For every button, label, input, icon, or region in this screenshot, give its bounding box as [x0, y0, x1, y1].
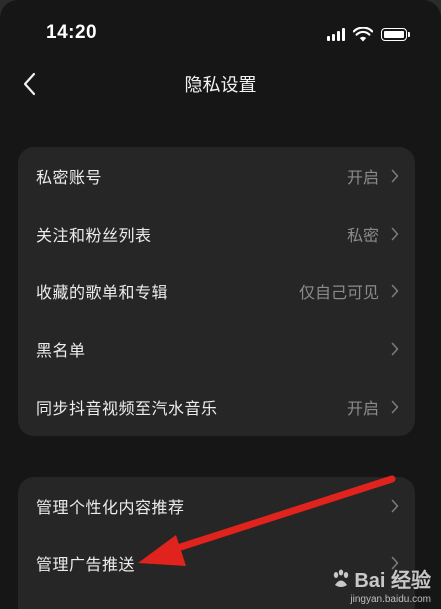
saved-playlists-albums-row[interactable]: 收藏的歌单和专辑 仅自己可见	[18, 263, 415, 321]
row-value: 仅自己可见	[298, 283, 379, 303]
row-label: 黑名单	[36, 341, 86, 361]
status-bar: 14:20	[0, 0, 441, 62]
paw-logo-icon	[334, 569, 349, 587]
status-time: 14:20	[46, 22, 98, 43]
private-account-row[interactable]: 私密账号 开启	[18, 147, 415, 205]
chevron-right-icon	[391, 400, 399, 414]
privacy-settings-group: 私密账号 开启 关注和粉丝列表 私密 收藏的歌单和专辑 仅自己可见 黑名单 同步…	[18, 147, 415, 436]
row-label: 收藏的歌单和专辑	[36, 283, 169, 303]
row-label: 私密账号	[36, 167, 103, 187]
battery-icon	[381, 27, 410, 41]
chevron-right-icon	[391, 169, 399, 183]
sync-douyin-videos-row[interactable]: 同步抖音视频至汽水音乐 开启	[18, 378, 415, 436]
personalized-content-row[interactable]: 管理个性化内容推荐	[18, 477, 415, 534]
row-label: 同步抖音视频至汽水音乐	[36, 399, 218, 419]
chevron-right-icon	[391, 342, 399, 356]
status-icons	[327, 26, 410, 42]
blacklist-row[interactable]: 黑名单	[18, 320, 415, 378]
watermark-url: jingyan.baidu.com	[350, 594, 431, 605]
follow-fans-list-row[interactable]: 关注和粉丝列表 私密	[18, 205, 415, 263]
row-label: 管理广告推送	[36, 554, 136, 574]
chevron-right-icon	[391, 499, 399, 512]
row-label: 管理个性化内容推荐	[36, 497, 185, 517]
battery-level	[384, 30, 405, 38]
cellular-signal-icon	[327, 27, 345, 41]
chevron-right-icon	[391, 227, 399, 240]
wifi-icon	[353, 26, 373, 41]
watermark-brand: Bai 经验	[330, 564, 431, 593]
row-label: 关注和粉丝列表	[36, 225, 152, 245]
row-value: 开启	[346, 167, 379, 187]
baidu-jingyan-watermark: Bai 经验 jingyan.baidu.com	[330, 564, 431, 605]
phone-screen: 14:20 隐私设置 私密账号 开启 关注和粉丝列表 私密 收藏的歌单和专辑 仅…	[0, 0, 441, 609]
row-value: 开启	[346, 399, 379, 419]
nav-header: 隐私设置	[0, 62, 441, 106]
page-title: 隐私设置	[184, 75, 257, 96]
row-value: 私密	[346, 225, 379, 245]
chevron-right-icon	[391, 285, 399, 298]
